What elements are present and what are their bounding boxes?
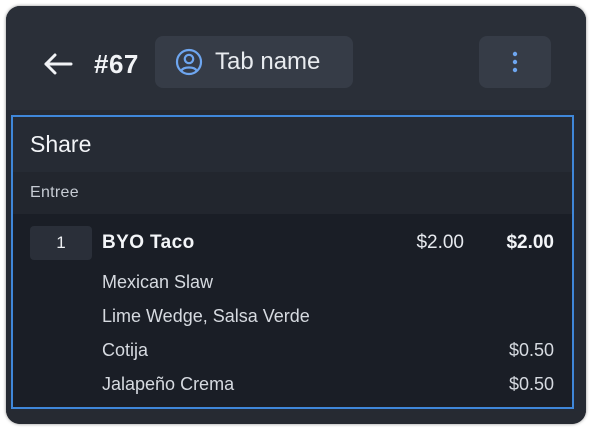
modifier-label: Lime Wedge, Salsa Verde <box>102 305 310 326</box>
more-menu-button[interactable] <box>479 36 551 88</box>
share-panel[interactable]: Share Entree 1 BYO Taco $2.00 $2.00 Mexi… <box>11 115 574 409</box>
arrow-left-icon <box>44 53 73 75</box>
more-vertical-icon <box>512 51 518 73</box>
section-header-entree: Entree <box>13 172 572 214</box>
tab-name-label: Tab name <box>215 48 321 75</box>
item-unit-price: $2.00 <box>416 232 464 253</box>
modifier-label: Jalapeño Crema <box>102 373 235 394</box>
modifier-price: $0.50 <box>508 373 554 394</box>
modifier-price: $0.50 <box>508 339 554 360</box>
order-number: #67 <box>94 48 139 79</box>
user-circle-icon <box>175 48 203 76</box>
back-button[interactable] <box>40 46 76 82</box>
header-bar: #67 Tab name <box>6 6 586 110</box>
bottom-divider <box>6 411 586 424</box>
tab-name-button[interactable]: Tab name <box>155 36 353 88</box>
share-title: Share <box>13 117 572 172</box>
item-quantity[interactable]: 1 <box>30 226 92 260</box>
item-total: $2.00 <box>506 232 554 253</box>
item-name: BYO Taco <box>102 232 195 253</box>
modifier-label: Mexican Slaw <box>102 271 214 292</box>
modifier-label: Cotija <box>102 339 149 360</box>
order-item[interactable]: 1 BYO Taco $2.00 $2.00 Mexican Slaw Lime… <box>13 214 572 407</box>
order-screen: #67 Tab name Share Entree 1 BYO Taco $2.… <box>6 6 586 424</box>
